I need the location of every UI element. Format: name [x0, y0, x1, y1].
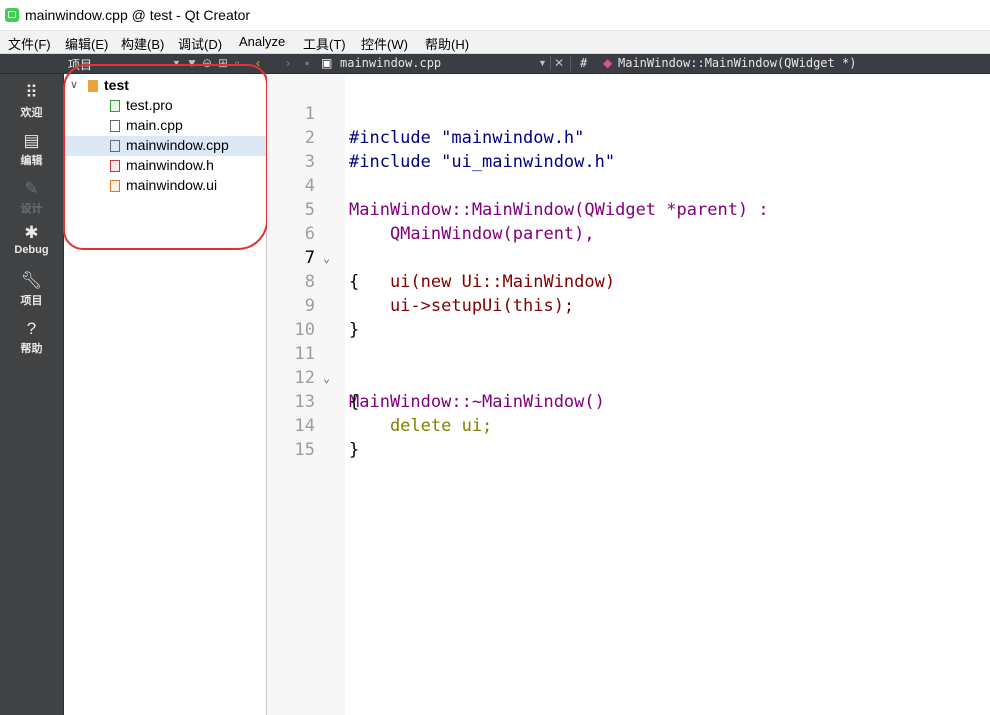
mode-welcome[interactable]: ⠿ 欢迎: [0, 78, 63, 124]
mode-edit[interactable]: ▤ 编辑: [0, 126, 63, 172]
document-icon: ▤: [23, 131, 40, 150]
menu-analyze[interactable]: Analyze: [239, 34, 285, 49]
toolbar-divider: [550, 56, 551, 71]
code-line: 4 MainWindow::MainWindow(QWidget *parent…: [267, 150, 990, 220]
pencil-icon: ✎: [24, 179, 39, 198]
file-dropdown-icon[interactable]: ▼: [538, 55, 547, 71]
open-file-name[interactable]: mainwindow.cpp: [340, 56, 441, 70]
mode-label: 设计: [20, 203, 43, 215]
code-line: 10: [267, 294, 990, 340]
code-line: 9 }: [267, 270, 990, 340]
code-line: 15: [267, 414, 990, 460]
mode-sidebar: ⠿ 欢迎 ▤ 编辑 ✎ 设计 ✱ Debug 🔧︎ 项目 ? 帮助: [0, 74, 64, 715]
menu-debug[interactable]: 调试(D): [178, 34, 222, 53]
menu-tools[interactable]: 工具(T): [303, 34, 346, 53]
grid-icon: ⠿: [25, 83, 38, 102]
code-line: 12 {: [267, 342, 990, 412]
code-line: 5 QMainWindow(parent),: [267, 174, 990, 244]
mode-help[interactable]: ? 帮助: [0, 314, 63, 360]
mode-debug[interactable]: ✱ Debug: [0, 218, 63, 264]
annotation-circle: [63, 64, 268, 250]
code-line: 14 }: [267, 390, 990, 460]
mode-label: 帮助: [20, 343, 43, 355]
code-text: }: [349, 440, 360, 460]
code-line: 1 #include "mainwindow.h": [267, 78, 990, 148]
hash-button[interactable]: #: [580, 56, 587, 70]
menu-controls[interactable]: 控件(W): [361, 34, 408, 53]
menu-bar: 文件(F) 编辑(E) 构建(B) 调试(D) Analyze 工具(T) 控件…: [0, 31, 990, 54]
symbol-selector[interactable]: MainWindow::MainWindow(QWidget *): [618, 56, 856, 70]
code-line: 8 ui->setupUi(this);: [267, 246, 990, 316]
mode-projects[interactable]: 🔧︎ 项目: [0, 266, 63, 312]
menu-file[interactable]: 文件(F): [8, 34, 51, 53]
file-icon: ▣: [321, 56, 333, 70]
help-icon: ?: [26, 319, 37, 338]
lock-icon: ▪: [305, 56, 310, 70]
code-line: 7 {: [267, 222, 990, 292]
symbol-icon: ◆: [603, 56, 613, 70]
qt-creator-icon: [5, 8, 19, 22]
wrench-icon: 🔧︎: [20, 271, 43, 290]
window-title: mainwindow.cpp @ test - Qt Creator: [25, 7, 251, 23]
mode-label: 欢迎: [20, 107, 43, 119]
menu-help[interactable]: 帮助(H): [425, 34, 469, 53]
code-line: 11 ⌄ MainWindow::~MainWindow(): [267, 318, 990, 412]
close-file-icon[interactable]: ✕: [554, 55, 564, 71]
code-line: 6 ⌄ ui(new Ui::MainWindow): [267, 198, 990, 292]
bug-icon: ✱: [24, 223, 39, 242]
mode-label: Debug: [14, 244, 49, 256]
mode-design[interactable]: ✎ 设计: [0, 174, 63, 220]
code-line: 13 delete ui;: [267, 366, 990, 436]
code-line: 3: [267, 126, 990, 172]
mode-label: 编辑: [20, 155, 43, 167]
line-number: 15: [294, 440, 315, 460]
forward-icon[interactable]: ›: [286, 55, 290, 71]
menu-edit[interactable]: 编辑(E): [65, 34, 108, 53]
title-bar: mainwindow.cpp @ test - Qt Creator: [0, 0, 990, 31]
toolbar-divider: [570, 56, 571, 71]
code-line: 2 #include "ui_mainwindow.h": [267, 102, 990, 172]
menu-build[interactable]: 构建(B): [121, 34, 164, 53]
mode-label: 项目: [20, 295, 43, 307]
code-editor[interactable]: 1 #include "mainwindow.h" 2 #include "ui…: [267, 74, 990, 715]
